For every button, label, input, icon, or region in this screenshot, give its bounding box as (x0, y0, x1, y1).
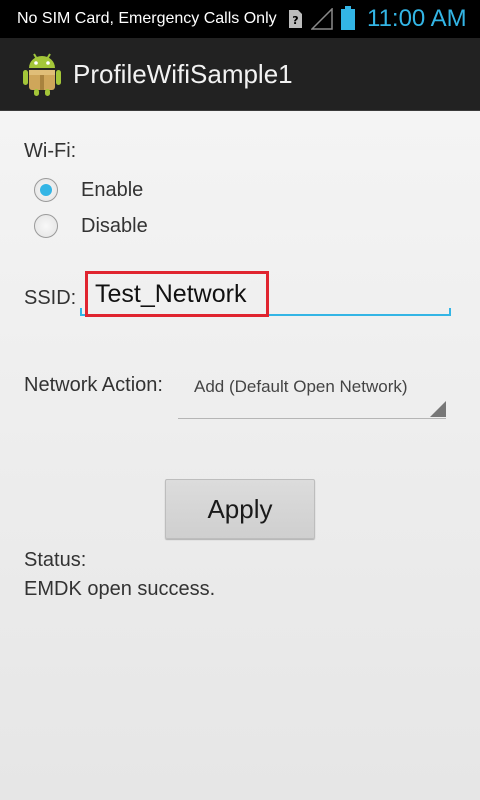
status-bar: No SIM Card, Emergency Calls Only ? 11:0… (0, 0, 480, 38)
radio-enable-button[interactable] (34, 178, 58, 202)
ssid-value[interactable]: Test_Network (85, 271, 269, 317)
status-message: EMDK open success. (24, 578, 216, 600)
radio-disable-button[interactable] (34, 214, 58, 238)
signal-empty-icon (311, 8, 333, 30)
svg-text:?: ? (292, 14, 298, 27)
network-action-label: Network Action: (24, 374, 163, 396)
network-action-selected: Add (Default Open Network) (194, 377, 408, 396)
app-title: ProfileWifiSample1 (73, 59, 293, 89)
ssid-underline-right-tick (449, 308, 451, 316)
spinner-underline (178, 418, 446, 419)
radio-disable-label[interactable]: Disable (81, 215, 148, 238)
battery-icon (341, 6, 355, 30)
network-action-spinner[interactable]: Add (Default Open Network) (178, 367, 448, 419)
ssid-label: SSID: (24, 287, 77, 309)
dropdown-arrow-icon (430, 401, 446, 417)
main-content: Wi-Fi: Enable Disable SSID: Test_Network… (0, 111, 480, 800)
ssid-underline-left-tick (80, 308, 82, 316)
radio-enable-label[interactable]: Enable (81, 179, 143, 202)
clock: 11:00 AM (367, 5, 467, 32)
wifi-label: Wi-Fi: (24, 140, 77, 162)
status-label: Status: (24, 549, 87, 571)
action-bar: ProfileWifiSample1 (0, 38, 480, 111)
sim-missing-icon: ? (289, 10, 302, 28)
carrier-status-text: No SIM Card, Emergency Calls Only (17, 10, 277, 27)
radio-enable[interactable]: Enable (34, 176, 143, 204)
radio-disable[interactable]: Disable (34, 212, 148, 240)
android-icon (23, 53, 61, 96)
apply-button[interactable]: Apply (165, 479, 315, 539)
